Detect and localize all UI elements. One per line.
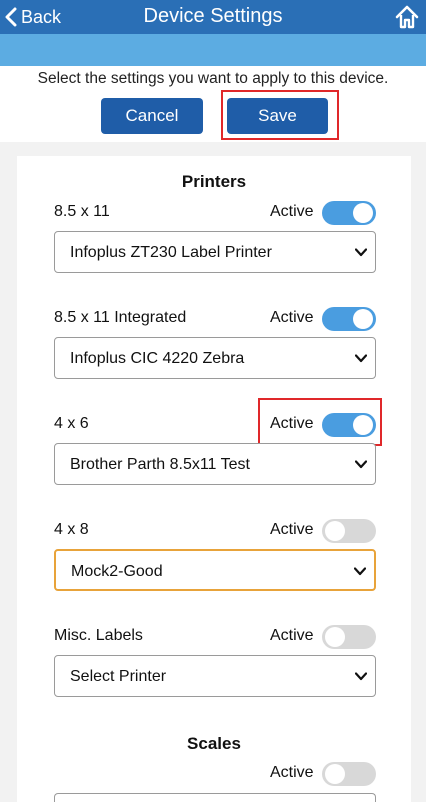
- printer-select[interactable]: Infoplus ZT230 Label Printer: [54, 231, 376, 273]
- home-icon[interactable]: [394, 4, 420, 30]
- active-label: Active: [270, 203, 314, 220]
- chevron-down-icon: [355, 672, 367, 681]
- active-toggle[interactable]: [322, 307, 376, 331]
- printer-select-value: Mock2-Good: [71, 563, 163, 580]
- toggle-knob: [353, 415, 373, 435]
- page-title: Device Settings: [143, 5, 283, 27]
- toggle-knob: [325, 764, 345, 784]
- printer-row-label: 4 x 8: [54, 521, 89, 538]
- active-label: Active: [270, 627, 314, 644]
- printer-select[interactable]: Infoplus CIC 4220 Zebra: [54, 337, 376, 379]
- printer-select-value: Brother Parth 8.5x11 Test: [70, 456, 250, 473]
- active-toggle[interactable]: [322, 519, 376, 543]
- printer-select-value: Select Printer: [70, 668, 167, 685]
- active-label: Active: [270, 415, 314, 432]
- chevron-down-icon: [354, 567, 366, 576]
- toggle-knob: [353, 309, 373, 329]
- printer-select[interactable]: Mock2-Good: [54, 549, 376, 591]
- active-toggle[interactable]: [322, 201, 376, 225]
- toggle-knob: [353, 203, 373, 223]
- scales-active-toggle[interactable]: [322, 762, 376, 786]
- toggle-knob: [325, 627, 345, 647]
- active-toggle[interactable]: [322, 413, 376, 437]
- cancel-button[interactable]: Cancel: [101, 98, 203, 134]
- active-toggle[interactable]: [322, 625, 376, 649]
- printer-select-value: Infoplus CIC 4220 Zebra: [70, 350, 245, 367]
- scale-select[interactable]: [54, 793, 376, 802]
- printer-row-label: 8.5 x 11 Integrated: [54, 309, 187, 326]
- active-label: Active: [270, 309, 314, 326]
- printer-row-label: Misc. Labels: [54, 627, 143, 644]
- active-label: Active: [270, 521, 314, 538]
- printer-select[interactable]: Brother Parth 8.5x11 Test: [54, 443, 376, 485]
- chevron-down-icon: [355, 354, 367, 363]
- sub-header-bar: [0, 34, 426, 66]
- printer-select-value: Infoplus ZT230 Label Printer: [70, 244, 272, 261]
- toggle-knob: [325, 521, 345, 541]
- actions-panel: Select the settings you want to apply to…: [0, 66, 426, 142]
- printers-section-title: Printers: [181, 172, 247, 191]
- scales-section-title: Scales: [187, 734, 241, 753]
- printer-select[interactable]: Select Printer: [54, 655, 376, 697]
- instructions-text: Select the settings you want to apply to…: [37, 70, 389, 87]
- chevron-down-icon: [355, 248, 367, 257]
- save-button[interactable]: Save: [227, 98, 328, 134]
- printer-row-label: 8.5 x 11: [54, 203, 110, 220]
- chevron-down-icon: [355, 460, 367, 469]
- printer-row-label: 4 x 6: [54, 415, 89, 432]
- active-label: Active: [270, 764, 314, 781]
- top-navigation-bar: Back Device Settings: [0, 0, 426, 34]
